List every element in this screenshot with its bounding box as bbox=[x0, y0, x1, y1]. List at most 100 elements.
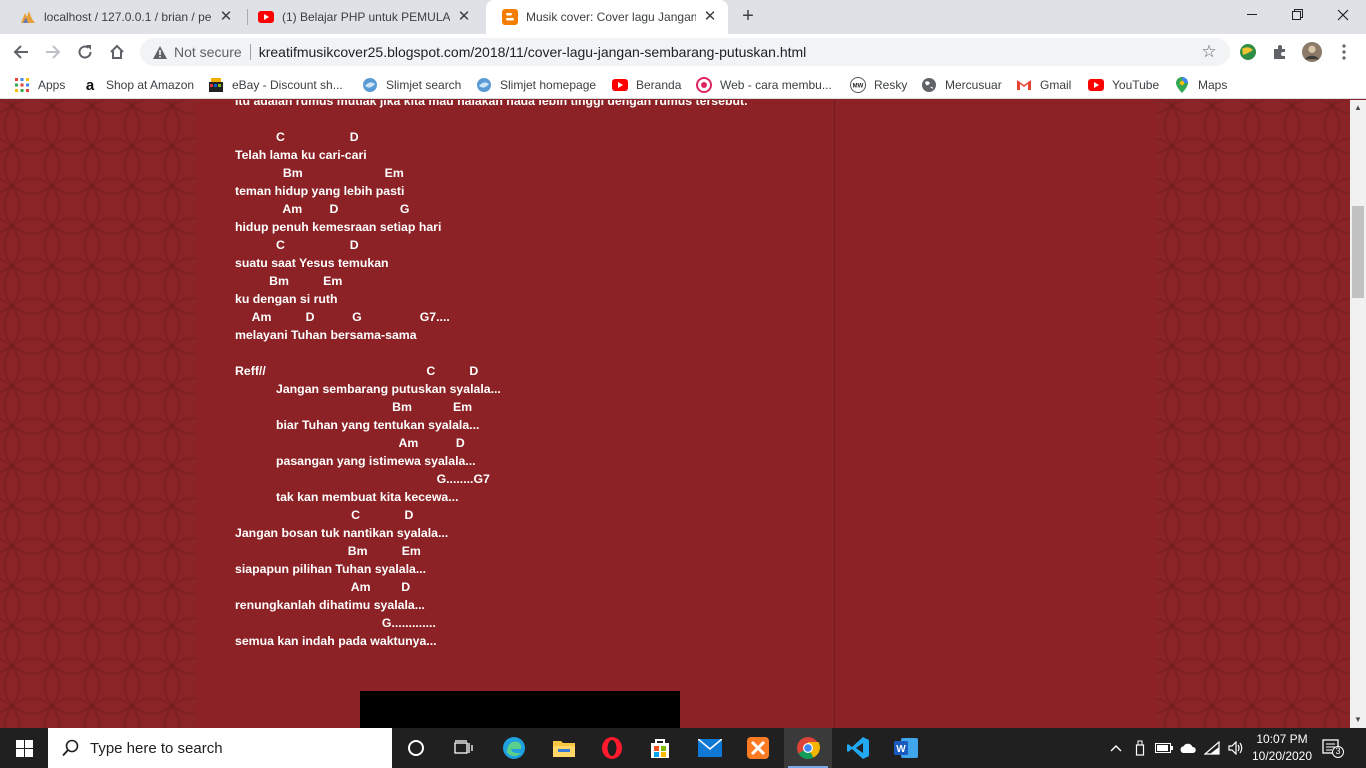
menu-kebab-icon[interactable] bbox=[1334, 42, 1354, 62]
bookmark-youtube[interactable]: YouTube bbox=[1088, 75, 1159, 95]
cortana-button[interactable] bbox=[392, 728, 440, 768]
url-text[interactable]: kreatifmusikcover25.blogspot.com/2018/11… bbox=[259, 44, 807, 60]
word-icon: W bbox=[894, 738, 918, 758]
tab-youtube-php[interactable]: (1) Belajar PHP untuk PEMULA | 1 ✕ bbox=[242, 0, 482, 34]
bookmark-star-icon[interactable]: ☆ bbox=[1200, 43, 1218, 61]
task-view-icon bbox=[454, 740, 473, 754]
edge-icon bbox=[503, 737, 525, 759]
start-button[interactable] bbox=[0, 728, 48, 768]
usb-device-icon[interactable] bbox=[1130, 738, 1150, 758]
taskbar-mail[interactable] bbox=[686, 728, 734, 768]
bookmark-amazon[interactable]: a Shop at Amazon bbox=[82, 75, 194, 95]
address-bar[interactable]: Not secure kreatifmusikcover25.blogspot.… bbox=[140, 38, 1230, 66]
back-button[interactable] bbox=[8, 39, 34, 65]
browser-toolbar: Not secure kreatifmusikcover25.blogspot.… bbox=[0, 34, 1366, 70]
clock-time: 10:07 PM bbox=[1256, 732, 1308, 746]
lyric-line: C D bbox=[235, 130, 359, 144]
onedrive-cloud-icon[interactable] bbox=[1178, 738, 1198, 758]
taskbar-store[interactable] bbox=[636, 728, 684, 768]
store-bag-icon bbox=[651, 739, 669, 758]
mw-icon: MW bbox=[850, 77, 866, 93]
scroll-up-arrow-icon[interactable]: ▲ bbox=[1350, 100, 1366, 116]
lyric-line: Bm Em bbox=[235, 274, 343, 288]
taskbar-word[interactable]: W bbox=[882, 728, 930, 768]
mail-icon bbox=[698, 739, 722, 757]
warning-icon[interactable] bbox=[152, 44, 168, 60]
new-tab-button[interactable]: + bbox=[737, 6, 759, 28]
globe-icon bbox=[921, 77, 937, 93]
lyric-line: suatu saat Yesus temukan bbox=[235, 256, 389, 270]
bookmark-label: Maps bbox=[1198, 78, 1228, 92]
taskbar-search[interactable]: Type here to search bbox=[48, 728, 392, 768]
task-view-button[interactable] bbox=[440, 728, 488, 768]
lyric-line: Itu adalah rumus mutlak jika kita mau ha… bbox=[235, 100, 748, 108]
bookmark-label: Beranda bbox=[636, 78, 682, 92]
bookmark-web-cara[interactable]: Web - cara membu... bbox=[696, 75, 832, 95]
bookmark-mercusuar[interactable]: Mercusuar bbox=[921, 75, 1002, 95]
taskbar-opera[interactable] bbox=[588, 728, 636, 768]
lyric-line: renungkanlah dihatimu syalala... bbox=[235, 598, 425, 612]
wifi-icon[interactable] bbox=[1202, 738, 1222, 758]
bookmark-slimjet-homepage[interactable]: Slimjet homepage bbox=[476, 75, 596, 95]
profile-avatar[interactable] bbox=[1302, 42, 1322, 62]
scroll-down-arrow-icon[interactable]: ▼ bbox=[1350, 712, 1366, 728]
close-window-button[interactable] bbox=[1320, 0, 1366, 30]
taskbar-edge[interactable] bbox=[490, 728, 538, 768]
taskbar-xampp[interactable] bbox=[734, 728, 782, 768]
minimize-button[interactable] bbox=[1229, 0, 1275, 30]
lyric-line: Am D bbox=[235, 580, 411, 594]
home-icon bbox=[110, 44, 124, 59]
lyric-line: G............. bbox=[235, 616, 436, 630]
slimjet-icon bbox=[476, 77, 492, 93]
vscode-icon bbox=[847, 737, 869, 759]
search-placeholder: Type here to search bbox=[90, 739, 223, 757]
tab-musik-cover[interactable]: Musik cover: Cover lagu Jangan s ✕ bbox=[486, 0, 728, 34]
extension-globe-icon[interactable] bbox=[1238, 42, 1258, 62]
embedded-video[interactable] bbox=[360, 691, 680, 728]
lyric-line: ku dengan si ruth bbox=[235, 292, 338, 306]
bookmark-slimjet-search[interactable]: Slimjet search bbox=[362, 75, 461, 95]
taskbar-vscode[interactable] bbox=[834, 728, 882, 768]
gmail-icon bbox=[1016, 77, 1032, 93]
page-scrollbar[interactable]: ▲ ▼ bbox=[1350, 100, 1366, 728]
lyric-line: C D bbox=[235, 238, 359, 252]
tab-phpmyadmin[interactable]: localhost / 127.0.0.1 / brian / pen ✕ bbox=[4, 0, 244, 34]
close-tab-icon[interactable]: ✕ bbox=[218, 9, 234, 25]
restore-button[interactable] bbox=[1275, 0, 1321, 30]
close-tab-icon[interactable]: ✕ bbox=[456, 9, 472, 25]
bookmark-resky[interactable]: MW Resky bbox=[850, 75, 907, 95]
bookmark-maps[interactable]: Maps bbox=[1174, 75, 1227, 95]
lyric-line: Am D G G7.... bbox=[235, 310, 450, 324]
scrollbar-thumb[interactable] bbox=[1352, 206, 1364, 298]
action-center-button[interactable]: 3 bbox=[1322, 738, 1344, 758]
bookmark-gmail[interactable]: Gmail bbox=[1016, 75, 1071, 95]
volume-speaker-icon[interactable] bbox=[1226, 738, 1246, 758]
song-lyrics-chords: Itu adalah rumus mutlak jika kita mau ha… bbox=[235, 100, 835, 650]
bookmark-apps[interactable]: Apps bbox=[14, 75, 65, 95]
security-status[interactable]: Not secure bbox=[174, 44, 242, 60]
divider bbox=[249, 44, 251, 60]
lyric-line: semua kan indah pada waktunya... bbox=[235, 634, 437, 648]
lyric-line: Am D bbox=[235, 436, 465, 450]
taskbar-clock[interactable]: 10:07 PM 10/20/2020 bbox=[1244, 731, 1320, 765]
bookmark-label: Apps bbox=[38, 78, 66, 92]
lyric-line: pasangan yang istimewa syalala... bbox=[235, 454, 476, 468]
forward-button[interactable] bbox=[40, 39, 66, 65]
windows-taskbar: Type here to search W 10:07 PM 10/20/202… bbox=[0, 728, 1366, 768]
windows-logo-icon bbox=[15, 739, 33, 757]
show-hidden-icons-chevron-up-icon[interactable] bbox=[1106, 738, 1126, 758]
bookmark-beranda[interactable]: Beranda bbox=[612, 75, 681, 95]
close-tab-icon[interactable]: ✕ bbox=[702, 9, 718, 25]
page-viewport: Itu adalah rumus mutlak jika kita mau ha… bbox=[0, 100, 1350, 728]
extensions-puzzle-icon[interactable] bbox=[1270, 42, 1290, 62]
battery-icon[interactable] bbox=[1154, 738, 1174, 758]
reload-button[interactable] bbox=[72, 39, 98, 65]
taskbar-chrome[interactable] bbox=[784, 728, 832, 768]
lyric-line: teman hidup yang lebih pasti bbox=[235, 184, 405, 198]
lyric-line: C D bbox=[235, 508, 414, 522]
bookmark-ebay[interactable]: eBay - Discount sh... bbox=[208, 75, 343, 95]
reload-icon bbox=[78, 45, 92, 59]
home-button[interactable] bbox=[104, 39, 130, 65]
taskbar-file-explorer[interactable] bbox=[540, 728, 588, 768]
